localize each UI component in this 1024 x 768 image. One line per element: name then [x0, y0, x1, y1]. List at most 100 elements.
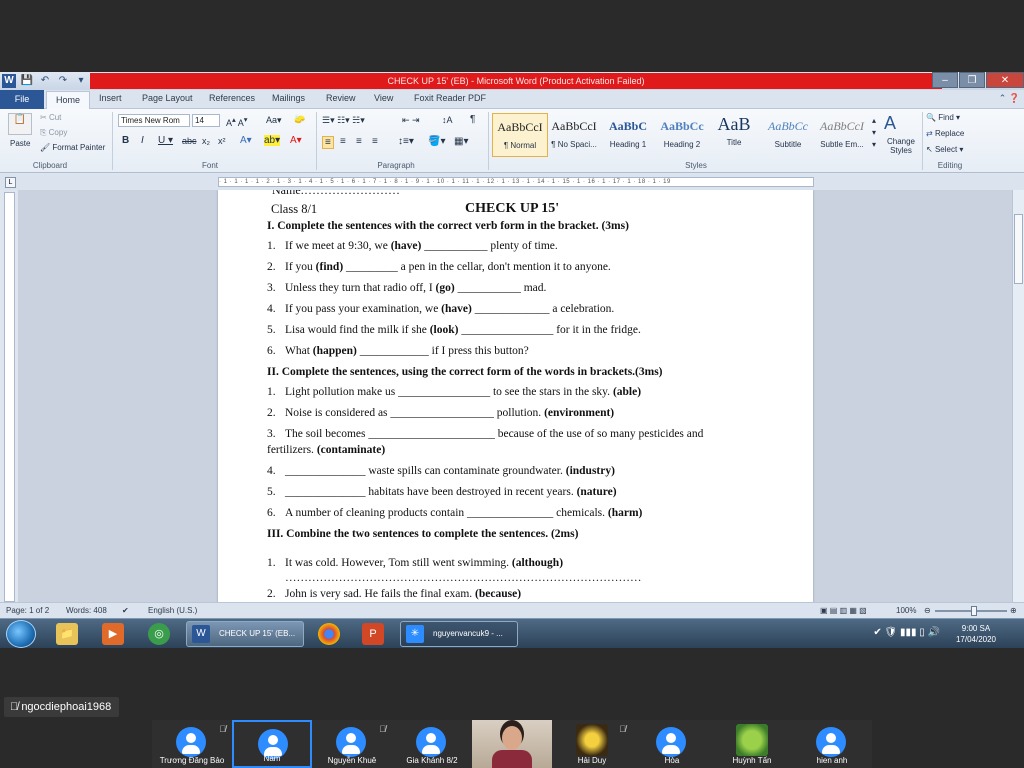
- zoom-slider-thumb[interactable]: [971, 606, 977, 616]
- language-indicator[interactable]: English (U.S.): [148, 606, 197, 615]
- bold-button[interactable]: B: [122, 135, 129, 146]
- tab-insert[interactable]: Insert: [99, 93, 122, 103]
- zoom-out-button[interactable]: ⊖: [924, 606, 931, 615]
- clock[interactable]: 9:00 SA 17/04/2020: [946, 623, 1006, 645]
- tab-file[interactable]: File: [0, 90, 44, 109]
- help-icon[interactable]: ⌃ ❓: [999, 93, 1020, 104]
- maximize-button[interactable]: ❐: [959, 72, 985, 88]
- app-icon[interactable]: ◎: [148, 623, 170, 645]
- highlight-icon[interactable]: ab▾: [264, 135, 281, 146]
- replace-button[interactable]: ⇄ Replace: [926, 129, 964, 138]
- participant-tile[interactable]: Hòa: [632, 720, 712, 768]
- participant-tile[interactable]: 🎙̸ Hải Duy: [552, 720, 632, 768]
- show-marks-icon[interactable]: ¶: [470, 114, 475, 125]
- tab-review[interactable]: Review: [326, 93, 356, 103]
- scrollbar-thumb[interactable]: [1014, 214, 1023, 284]
- view-buttons[interactable]: ▣ ▤ ▥ ▦ ▧: [820, 606, 867, 615]
- media-player-icon[interactable]: ▶: [102, 623, 124, 645]
- participant-tile[interactable]: 🎙̸ Nguyễn Khuê: [312, 720, 392, 768]
- underline-button[interactable]: U ▾: [158, 135, 173, 146]
- superscript-button[interactable]: x²: [218, 136, 226, 146]
- text-effects-icon[interactable]: A▾: [240, 135, 252, 146]
- chrome-icon[interactable]: [318, 623, 340, 645]
- taskbar-word-task[interactable]: W CHECK UP 15' (EB...: [186, 621, 304, 647]
- bullets-icon[interactable]: ☰▾ ☷▾ ☵▾: [322, 115, 365, 126]
- start-button[interactable]: [6, 620, 36, 648]
- style-no-spacing[interactable]: AaBbCcI ¶ No Spaci...: [546, 113, 602, 157]
- align-right-button[interactable]: ≡: [356, 136, 362, 147]
- zoom-level[interactable]: 100%: [896, 606, 916, 615]
- undo-icon[interactable]: ↶: [38, 74, 52, 88]
- font-name-select[interactable]: Times New Rom: [118, 114, 190, 127]
- tab-references[interactable]: References: [209, 93, 255, 103]
- font-size-select[interactable]: 14: [192, 114, 220, 127]
- style-normal[interactable]: AaBbCcI ¶ Normal: [492, 113, 548, 157]
- cut-button[interactable]: ✂ Cut: [40, 113, 61, 122]
- strikethrough-button[interactable]: abc: [182, 136, 197, 146]
- justify-button[interactable]: ≡: [372, 136, 378, 147]
- style-subtle-emphasis[interactable]: AaBbCcI Subtle Em...: [814, 113, 870, 157]
- format-painter-button[interactable]: 🖌 Format Painter: [40, 143, 105, 152]
- font-color-icon[interactable]: A▾: [290, 135, 302, 146]
- tab-foxit-reader-pdf[interactable]: Foxit Reader PDF: [414, 93, 486, 103]
- paste-button[interactable]: Paste: [10, 139, 30, 148]
- word-logo-icon[interactable]: W: [2, 74, 16, 88]
- italic-button[interactable]: I: [141, 135, 144, 146]
- style-subtitle[interactable]: AaBbCc Subtitle: [760, 113, 816, 157]
- change-styles-icon[interactable]: A: [884, 113, 896, 134]
- close-button[interactable]: ✕: [986, 72, 1024, 88]
- styles-scroll-icon[interactable]: ▴ ▾ ▾: [872, 115, 876, 151]
- find-button[interactable]: 🔍 Find ▾: [926, 113, 960, 122]
- save-icon[interactable]: 💾: [20, 74, 34, 88]
- replace-label: Replace: [934, 129, 965, 138]
- participant-tile[interactable]: Nam: [232, 720, 312, 768]
- vertical-scrollbar[interactable]: [1012, 190, 1024, 602]
- proofing-icon[interactable]: ✔: [122, 606, 129, 615]
- indent-icon[interactable]: ⇤ ⇥: [402, 115, 420, 126]
- customize-qat-icon[interactable]: ▾: [74, 74, 88, 88]
- document-page[interactable]: Name:…………………… Class 8/1 CHECK UP 15' I. …: [218, 190, 813, 602]
- participant-tile[interactable]: Huỳnh Tấn: [712, 720, 792, 768]
- subscript-button[interactable]: x₂: [202, 136, 210, 146]
- paste-icon[interactable]: 📋: [8, 113, 32, 135]
- tab-mailings[interactable]: Mailings: [272, 93, 305, 103]
- taskbar-zoom-task[interactable]: ✳ nguyenvancuk9 - ...: [400, 621, 518, 647]
- shading-icon[interactable]: 🪣▾: [428, 136, 445, 147]
- tab-home[interactable]: Home: [46, 91, 90, 109]
- zoom-slider[interactable]: [935, 606, 1007, 616]
- powerpoint-icon[interactable]: P: [362, 623, 384, 645]
- line-spacing-icon[interactable]: ↕≡▾: [398, 136, 414, 147]
- participant-tile[interactable]: 🎙̸ Trương Đăng Bảo: [152, 720, 232, 768]
- redo-icon[interactable]: ↷: [56, 74, 70, 88]
- select-button[interactable]: ↖ Select ▾: [926, 145, 963, 154]
- word-count[interactable]: Words: 408: [66, 606, 107, 615]
- style-title[interactable]: AaB Title: [706, 113, 762, 157]
- clock-date: 17/04/2020: [955, 635, 997, 644]
- avatar-icon: [336, 727, 366, 757]
- align-left-button[interactable]: ≡: [322, 136, 334, 149]
- borders-icon[interactable]: ▦▾: [454, 136, 468, 147]
- participant-tile[interactable]: hien anh: [792, 720, 872, 768]
- align-center-button[interactable]: ≡: [340, 136, 346, 147]
- change-case-icon[interactable]: Aa▾: [266, 115, 282, 126]
- participant-tile[interactable]: Gia Khánh 8/2: [392, 720, 472, 768]
- style-heading-2[interactable]: AaBbCc Heading 2: [654, 113, 710, 157]
- vertical-ruler[interactable]: [4, 192, 15, 602]
- copy-button[interactable]: ⎘ Copy: [40, 128, 67, 138]
- page-count[interactable]: Page: 1 of 2: [6, 606, 49, 615]
- participant-tile[interactable]: [472, 720, 552, 768]
- tab-view[interactable]: View: [374, 93, 393, 103]
- tray-icons[interactable]: ✔ 🛡 ▮▮▮ ▯ 🔊: [873, 627, 940, 638]
- sort-icon[interactable]: ↕A: [442, 115, 453, 125]
- tab-selector-icon[interactable]: L: [5, 177, 16, 188]
- grow-font-icon[interactable]: A▴ A▾: [226, 115, 248, 128]
- minimize-button[interactable]: –: [932, 72, 958, 88]
- change-styles-button[interactable]: Change Styles: [884, 137, 918, 155]
- zoom-in-button[interactable]: ⊕: [1010, 606, 1017, 615]
- style-heading-1[interactable]: AaBbC Heading 1: [600, 113, 656, 157]
- style-sample: AaBbC: [608, 119, 647, 133]
- tab-page-layout[interactable]: Page Layout: [142, 93, 193, 103]
- file-explorer-icon[interactable]: 📁: [56, 623, 78, 645]
- clear-formatting-icon[interactable]: 🧽: [294, 114, 305, 125]
- horizontal-ruler[interactable]: · 1 · 1 · 1 · 1 · 2 · 1 · 3 · 1 · 4 · 1 …: [218, 177, 814, 187]
